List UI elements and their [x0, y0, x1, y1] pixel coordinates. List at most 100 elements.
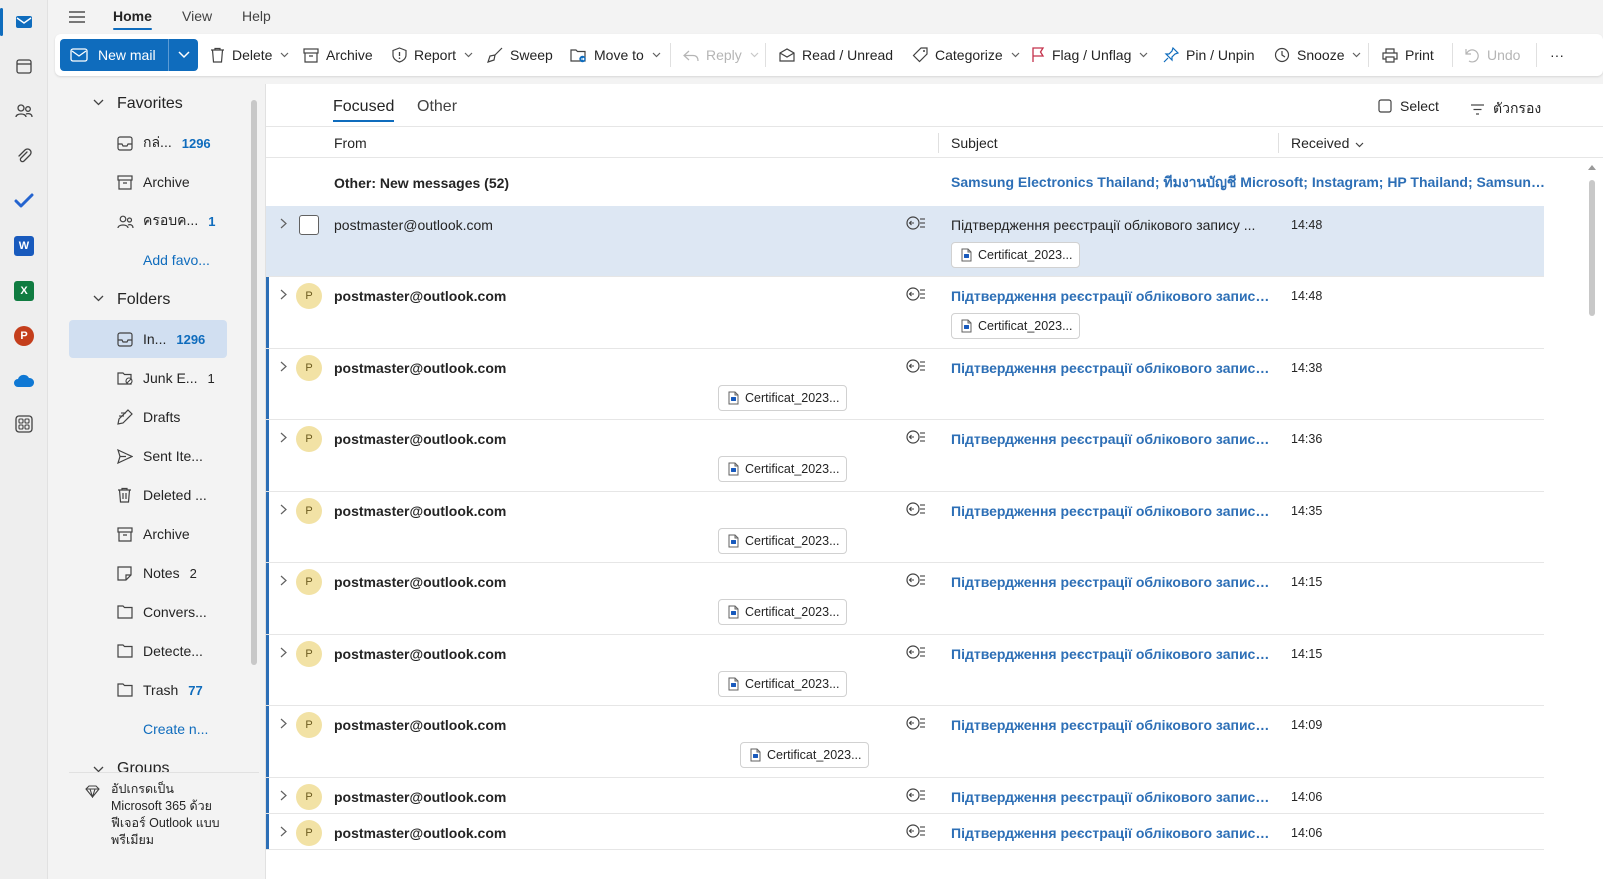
attachment-chip[interactable]: Certificat_2023... — [718, 671, 847, 697]
message-row[interactable]: Ppostmaster@outlook.com Підтвердження реє… — [266, 349, 1544, 420]
people-app-button[interactable] — [0, 89, 48, 133]
column-divider[interactable] — [938, 133, 939, 153]
filter-button[interactable]: ตัวกรอง — [1470, 98, 1541, 120]
archive-button[interactable]: Archive — [303, 34, 373, 76]
create-new-folder-link[interactable]: Create n... — [69, 710, 227, 748]
select-button[interactable]: Select — [1378, 98, 1439, 114]
message-row[interactable]: Ppostmaster@outlook.com Підтвердження реє… — [266, 706, 1544, 778]
expand-thread-chevron-icon[interactable] — [280, 718, 287, 729]
undo-button[interactable]: Undo — [1465, 34, 1520, 76]
message-list-scrollbar[interactable] — [1589, 180, 1595, 316]
add-favorite-link[interactable]: Add favo... — [69, 241, 227, 279]
new-mail-dropdown[interactable] — [168, 39, 198, 71]
attachment-chip[interactable]: Certificat_2023... — [951, 242, 1080, 268]
message-row[interactable]: Ppostmaster@outlook.com Підтвердження реє… — [266, 778, 1544, 814]
upgrade-banner[interactable]: อัปเกรดเป็น Microsoft 365 ด้วย ฟีเจอร์ O… — [69, 772, 259, 879]
attachments-app-button[interactable] — [0, 134, 48, 178]
column-from[interactable]: From — [334, 135, 367, 151]
folder-notes[interactable]: Notes 2 — [69, 554, 227, 592]
immersive-reader-icon[interactable] — [906, 788, 926, 802]
onedrive-app-button[interactable] — [0, 359, 48, 403]
groups-header[interactable]: Groups — [117, 760, 169, 772]
immersive-reader-icon[interactable] — [906, 359, 926, 373]
attachment-chip[interactable]: Certificat_2023... — [718, 456, 847, 482]
excel-app-button[interactable]: X — [0, 269, 48, 313]
pin-unpin-button[interactable]: Pin / Unpin — [1163, 34, 1254, 76]
folder-archive[interactable]: Archive — [69, 515, 227, 553]
word-app-button[interactable]: W — [0, 224, 48, 268]
folder-detected[interactable]: Detecte... — [69, 632, 227, 670]
tab-help[interactable]: Help — [242, 8, 271, 24]
attachment-chip[interactable]: Certificat_2023... — [951, 313, 1080, 339]
reply-button[interactable]: Reply — [683, 34, 759, 76]
tab-view[interactable]: View — [182, 8, 212, 24]
more-options-button[interactable]: ··· — [1550, 34, 1564, 76]
immersive-reader-icon[interactable] — [906, 287, 926, 301]
more-apps-button[interactable] — [0, 402, 48, 446]
expand-thread-chevron-icon[interactable] — [280, 218, 287, 229]
attachment-chip[interactable]: Certificat_2023... — [740, 742, 869, 768]
sweep-button[interactable]: Sweep — [487, 34, 553, 76]
column-divider[interactable] — [1278, 133, 1279, 153]
folder-conversation-history[interactable]: Convers... — [69, 593, 227, 631]
delete-button[interactable]: Delete — [210, 34, 289, 76]
message-row[interactable]: Ppostmaster@outlook.com Підтвердження реє… — [266, 492, 1544, 563]
expand-thread-chevron-icon[interactable] — [280, 575, 287, 586]
column-received[interactable]: Received — [1291, 135, 1364, 151]
immersive-reader-icon[interactable] — [906, 716, 926, 730]
favorite-group[interactable]: ครอบค... 1 — [69, 202, 227, 240]
hamburger-menu-icon[interactable] — [68, 8, 86, 26]
flag-unflag-button[interactable]: Flag / Unflag — [1031, 34, 1148, 76]
immersive-reader-icon[interactable] — [906, 645, 926, 659]
calendar-app-button[interactable] — [0, 44, 48, 88]
folder-sent[interactable]: Sent Ite... — [69, 437, 227, 475]
expand-thread-chevron-icon[interactable] — [280, 289, 287, 300]
tab-other[interactable]: Other — [417, 98, 457, 116]
folders-header[interactable]: Folders — [117, 291, 170, 309]
folder-junk[interactable]: Junk E... 1 — [69, 359, 227, 397]
attachment-chip[interactable]: Certificat_2023... — [718, 528, 847, 554]
favorite-archive[interactable]: Archive — [69, 163, 227, 201]
mail-app-button[interactable] — [0, 0, 48, 44]
favorite-inbox[interactable]: กล่... 1296 — [69, 124, 227, 162]
folder-inbox[interactable]: In... 1296 — [69, 320, 227, 358]
attachment-chip[interactable]: Certificat_2023... — [718, 385, 847, 411]
immersive-reader-icon[interactable] — [906, 430, 926, 444]
other-inbox-banner[interactable]: Other: New messages (52) Samsung Electro… — [266, 160, 1546, 206]
expand-thread-chevron-icon[interactable] — [280, 504, 287, 515]
column-subject[interactable]: Subject — [951, 135, 998, 151]
expand-thread-chevron-icon[interactable] — [280, 826, 287, 837]
immersive-reader-icon[interactable] — [906, 573, 926, 587]
tab-focused[interactable]: Focused — [333, 98, 395, 122]
expand-thread-chevron-icon[interactable] — [280, 647, 287, 658]
immersive-reader-icon[interactable] — [906, 216, 926, 230]
message-row[interactable]: Ppostmaster@outlook.com Підтвердження реє… — [266, 814, 1544, 850]
snooze-button[interactable]: Snooze — [1274, 34, 1361, 76]
chevron-down-icon[interactable] — [93, 99, 104, 106]
attachment-chip[interactable]: Certificat_2023... — [718, 599, 847, 625]
new-mail-button[interactable]: New mail — [60, 39, 168, 71]
immersive-reader-icon[interactable] — [906, 824, 926, 838]
message-row[interactable]: Ppostmaster@outlook.com Підтвердження реє… — [266, 563, 1544, 635]
expand-thread-chevron-icon[interactable] — [280, 361, 287, 372]
folder-pane-scrollbar[interactable] — [251, 100, 257, 665]
message-select-checkbox[interactable] — [299, 215, 319, 235]
favorites-header[interactable]: Favorites — [117, 95, 183, 113]
expand-thread-chevron-icon[interactable] — [280, 790, 287, 801]
powerpoint-app-button[interactable]: P — [0, 314, 48, 358]
todo-app-button[interactable] — [0, 179, 48, 223]
message-row[interactable]: Ppostmaster@outlook.com Підтвердження реє… — [266, 635, 1544, 706]
tab-home[interactable]: Home — [113, 8, 152, 30]
folder-trash[interactable]: Trash 77 — [69, 671, 227, 709]
chevron-down-icon[interactable] — [93, 295, 104, 302]
expand-thread-chevron-icon[interactable] — [280, 432, 287, 443]
message-row[interactable]: Ppostmaster@outlook.com Підтвердження реє… — [266, 277, 1544, 349]
message-row[interactable]: Ppostmaster@outlook.com Підтвердження реє… — [266, 420, 1544, 492]
read-unread-button[interactable]: Read / Unread — [779, 34, 893, 76]
move-to-button[interactable]: Move to — [570, 34, 661, 76]
scroll-up-arrow-icon[interactable] — [1588, 164, 1596, 170]
message-row[interactable]: postmaster@outlook.com Підтвердження реєс… — [266, 206, 1544, 277]
report-button[interactable]: Report — [392, 34, 473, 76]
categorize-button[interactable]: Categorize — [912, 34, 1020, 76]
print-button[interactable]: Print — [1382, 34, 1434, 76]
